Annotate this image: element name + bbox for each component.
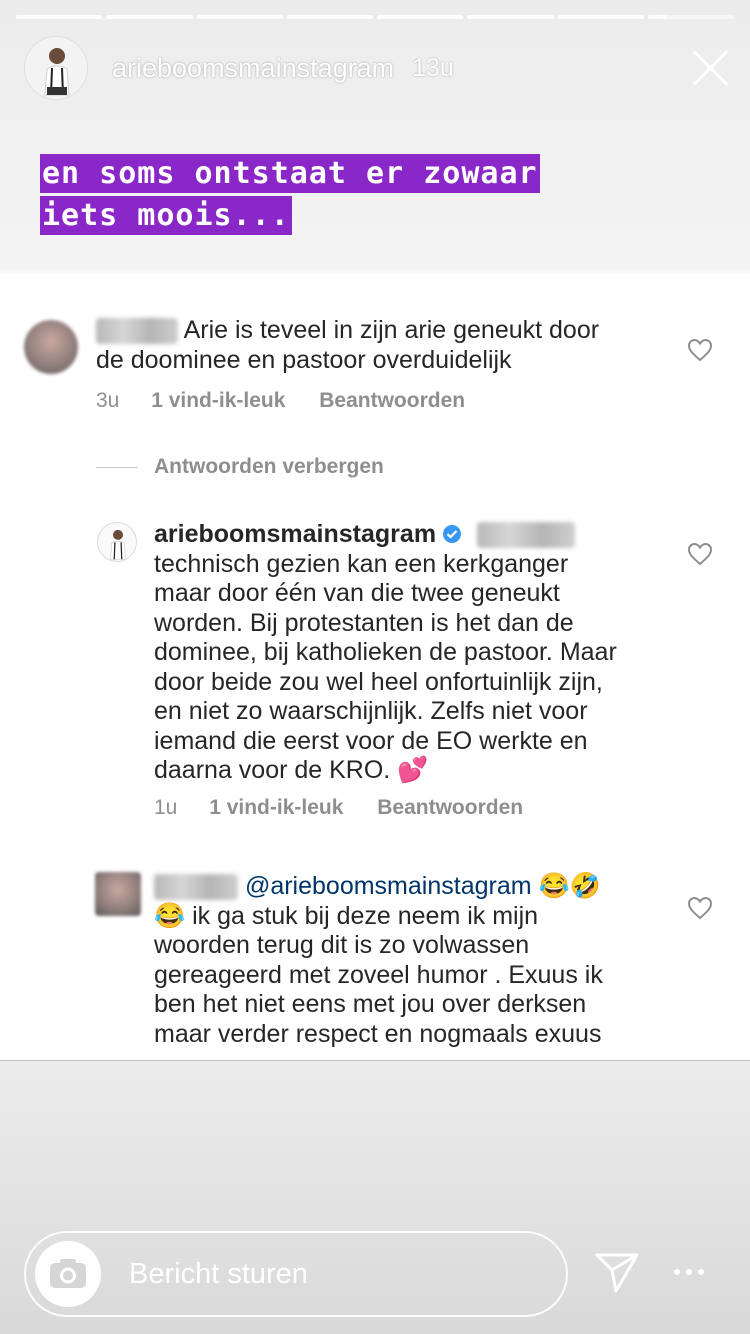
send-icon[interactable] bbox=[594, 1252, 640, 1294]
reply-time: 1u bbox=[154, 796, 178, 819]
heart-icon[interactable] bbox=[687, 896, 713, 920]
message-placeholder: Bericht sturen bbox=[129, 1257, 308, 1290]
camera-button[interactable] bbox=[35, 1241, 101, 1307]
progress-segment bbox=[196, 15, 283, 19]
heart-icon[interactable] bbox=[687, 338, 713, 362]
person-photo bbox=[110, 529, 126, 560]
progress-segment bbox=[377, 15, 464, 19]
hide-replies-toggle[interactable]: Antwoorden verbergen bbox=[96, 455, 384, 479]
comment-time: 3u bbox=[96, 389, 120, 412]
story-progress-bar bbox=[16, 15, 734, 19]
camera-icon bbox=[50, 1259, 86, 1288]
close-icon[interactable] bbox=[690, 48, 730, 88]
reply-text: arieboomsmainstagram technisch gezien ka… bbox=[154, 520, 617, 784]
more-options-icon[interactable] bbox=[674, 1262, 714, 1282]
message-input[interactable]: Bericht sturen bbox=[24, 1231, 568, 1317]
divider bbox=[0, 1060, 750, 1061]
progress-segment bbox=[557, 15, 644, 19]
avatar[interactable] bbox=[97, 522, 137, 562]
progress-segment bbox=[16, 15, 103, 19]
reply-meta: 1u 1 vind-ik-leuk Beantwoorden bbox=[154, 796, 551, 820]
reply-button[interactable]: Beantwoorden bbox=[377, 796, 523, 819]
reply-username[interactable]: arieboomsmainstagram bbox=[154, 520, 436, 548]
reply-button[interactable]: Beantwoorden bbox=[319, 389, 465, 412]
story-header: arieboomsmainstagram 13u bbox=[24, 36, 730, 100]
reply-comment: arieboomsmainstagram technisch gezien ka… bbox=[0, 520, 750, 830]
verified-badge-icon bbox=[443, 525, 462, 543]
avatar[interactable] bbox=[95, 872, 141, 916]
blurred-username bbox=[96, 318, 178, 345]
dot bbox=[698, 1269, 704, 1275]
person-photo bbox=[25, 37, 87, 99]
progress-segment bbox=[106, 15, 193, 19]
avatar[interactable] bbox=[24, 320, 78, 374]
reply-likes[interactable]: 1 vind-ik-leuk bbox=[209, 796, 343, 819]
story-username[interactable]: arieboomsmainstagram bbox=[112, 53, 394, 84]
blurred-username bbox=[477, 522, 575, 549]
comment: Arie is teveel in zijn arie geneukt door… bbox=[0, 316, 750, 416]
mention-link[interactable]: @arieboomsmainstagram bbox=[245, 872, 532, 900]
comment-likes[interactable]: 1 vind-ik-leuk bbox=[151, 389, 285, 412]
heart-icon[interactable] bbox=[687, 542, 713, 566]
dot bbox=[674, 1269, 680, 1275]
progress-segment bbox=[286, 15, 373, 19]
comment-text: Arie is teveel in zijn arie geneukt door… bbox=[96, 316, 600, 374]
reply-comment: @arieboomsmainstagram 😂🤣 😂 ik ga stuk bi… bbox=[0, 872, 750, 1052]
progress-segment-current bbox=[647, 15, 734, 19]
story-time: 13u bbox=[412, 53, 454, 82]
avatar[interactable] bbox=[24, 36, 88, 100]
story-caption: en soms ontstaat er zowaar iets moois... bbox=[40, 154, 540, 235]
comment-meta: 3u 1 vind-ik-leuk Beantwoorden bbox=[96, 389, 493, 413]
progress-segment bbox=[467, 15, 554, 19]
blurred-username bbox=[154, 874, 238, 901]
divider bbox=[96, 466, 138, 468]
reply-text: @arieboomsmainstagram 😂🤣 😂 ik ga stuk bi… bbox=[154, 872, 603, 1048]
dot bbox=[686, 1269, 692, 1275]
